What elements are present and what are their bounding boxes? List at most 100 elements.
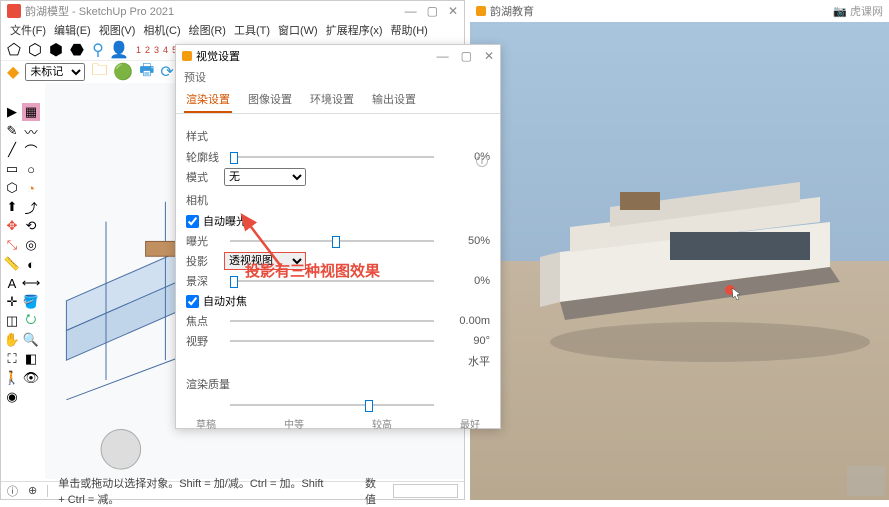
dof-value: 0%	[440, 275, 490, 287]
select-tool-icon[interactable]: ▶	[3, 103, 21, 121]
zoom-tool-icon[interactable]: 🔍	[22, 331, 40, 349]
top-view-icon[interactable]: ⬡	[26, 41, 44, 59]
render-title: 韵湖教育	[490, 3, 534, 19]
tab-environment-settings[interactable]: 环境设置	[308, 87, 356, 113]
push-tool-icon[interactable]: ⬆	[3, 198, 21, 216]
menu-edit[interactable]: 编辑(E)	[51, 22, 94, 38]
measurement-input[interactable]	[393, 484, 458, 498]
tag-icon[interactable]: ◆	[7, 62, 19, 82]
titlebar: 韵湖模型 - SketchUp Pro 2021 — ▢ ✕	[1, 1, 464, 21]
freehand-tool-icon[interactable]: 〰	[22, 122, 40, 140]
menu-draw[interactable]: 绘图(R)	[186, 22, 229, 38]
projection-dropdown[interactable]: 透视视图	[224, 252, 306, 270]
menu-camera[interactable]: 相机(C)	[140, 22, 183, 38]
front-view-icon[interactable]: ⬢	[47, 41, 65, 59]
position-tool-icon[interactable]: ◉	[3, 388, 21, 406]
dialog-close-button[interactable]: ✕	[484, 49, 494, 63]
autoexposure-checkbox[interactable]	[186, 215, 199, 228]
rect-tool-icon[interactable]: ▭	[3, 160, 21, 178]
mode-dropdown[interactable]: 无	[224, 168, 306, 186]
user-icon[interactable]: 👤	[110, 41, 128, 59]
walk-tool-icon[interactable]: 🚶	[3, 369, 21, 387]
focus-value: 0.00m	[440, 315, 490, 327]
exposure-value: 50%	[440, 235, 490, 247]
text-tool-icon[interactable]: A	[3, 274, 21, 292]
quality-slider[interactable]	[230, 398, 434, 412]
dialog-app-icon	[182, 51, 192, 61]
menu-window[interactable]: 窗口(W)	[275, 22, 321, 38]
info-icon[interactable]: i	[476, 155, 488, 167]
quality-marks: 草稿 中等 较高 最好	[186, 416, 490, 431]
tape-tool-icon[interactable]: 📏	[3, 255, 21, 273]
tool-c-icon[interactable]: 🖶	[139, 59, 154, 86]
geo-icon[interactable]: ⚲	[89, 41, 107, 59]
autofocus-checkbox[interactable]	[186, 295, 199, 308]
menu-view[interactable]: 视图(V)	[96, 22, 139, 38]
section-tool-icon[interactable]: ◧	[22, 350, 40, 368]
render-window: 韵湖教育 📷 虎课网	[470, 0, 889, 500]
paint-tool-icon[interactable]: 🪣	[22, 293, 40, 311]
square-tool-icon[interactable]: ▦	[22, 103, 40, 121]
dialog-title: 视觉设置	[196, 48, 240, 64]
rotate-tool-icon[interactable]: ⟲	[22, 217, 40, 235]
tab-image-settings[interactable]: 图像设置	[246, 87, 294, 113]
offset-tool-icon[interactable]: ◎	[22, 236, 40, 254]
dialog-minimize-button[interactable]: —	[437, 49, 449, 63]
circle-tool-icon[interactable]: ○	[22, 160, 40, 178]
render-viewport[interactable]	[470, 22, 889, 500]
tag-dropdown[interactable]: 未标记	[25, 63, 85, 81]
close-button[interactable]: ✕	[448, 4, 458, 18]
dialog-maximize-button[interactable]: ▢	[461, 49, 472, 63]
dialog-tabs: 渲染设置 图像设置 环境设置 输出设置	[176, 87, 500, 114]
move-tool-icon[interactable]: ✥	[3, 217, 21, 235]
render-titlebar: 韵湖教育 📷 虎课网	[470, 0, 889, 22]
minimize-button[interactable]: —	[405, 4, 417, 18]
tab-output-settings[interactable]: 输出设置	[370, 87, 418, 113]
look-tool-icon[interactable]: 👁	[22, 369, 40, 387]
visual-settings-dialog: 视觉设置 — ▢ ✕ 预设 渲染设置 图像设置 环境设置 输出设置 样式 轮廓线…	[175, 44, 501, 429]
tool-a-icon[interactable]: 🗀	[91, 59, 107, 86]
menu-help[interactable]: 帮助(H)	[388, 22, 431, 38]
fov-label: 视野	[186, 333, 224, 349]
scale-tool-icon[interactable]: ⤡	[3, 236, 21, 254]
polygon-tool-icon[interactable]: ⬡	[3, 179, 21, 197]
axes-tool-icon[interactable]: ✛	[3, 293, 21, 311]
pie-tool-icon[interactable]: ◔	[22, 179, 40, 197]
autoexposure-label: 自动曝光	[203, 213, 247, 229]
fov-slider[interactable]	[230, 334, 434, 348]
maximize-button[interactable]: ▢	[427, 4, 438, 18]
fov-value: 90°	[440, 335, 490, 347]
iso-view-icon[interactable]: ⬠	[5, 41, 23, 59]
preset-label: 预设	[176, 67, 500, 87]
status-icon-2[interactable]: ⊕	[28, 484, 37, 497]
tab-render-settings[interactable]: 渲染设置	[184, 87, 232, 113]
orbit-tool-icon[interactable]: ⭮	[22, 312, 40, 330]
side-view-icon[interactable]: ⬣	[68, 41, 86, 59]
pan-tool-icon[interactable]: ✋	[3, 331, 21, 349]
outline-slider[interactable]	[230, 150, 434, 164]
line-tool-icon[interactable]: ╱	[3, 141, 21, 159]
follow-tool-icon[interactable]: ⤴	[22, 198, 40, 216]
menubar: 文件(F) 编辑(E) 视图(V) 相机(C) 绘图(R) 工具(T) 窗口(W…	[1, 21, 464, 39]
status-icon-1[interactable]: ⓘ	[7, 483, 18, 499]
dim-tool-icon[interactable]: ⟷	[22, 274, 40, 292]
dof-slider[interactable]	[230, 274, 434, 288]
tool-b-icon[interactable]: 🟢	[113, 62, 133, 82]
pencil-tool-icon[interactable]: ✎	[3, 122, 21, 140]
exposure-label: 曝光	[186, 233, 224, 249]
menu-tools[interactable]: 工具(T)	[231, 22, 273, 38]
window-title: 韵湖模型 - SketchUp Pro 2021	[25, 3, 174, 19]
protractor-tool-icon[interactable]: ◐	[22, 255, 40, 273]
tool-d-icon[interactable]: ⟳	[160, 62, 173, 82]
focus-slider[interactable]	[230, 314, 434, 328]
section-quality: 渲染质量	[186, 376, 490, 392]
eraser-tool-icon[interactable]: ◫	[3, 312, 21, 330]
render-app-icon	[476, 6, 486, 16]
section-style: 样式	[186, 128, 490, 144]
zoom-extents-icon[interactable]: ⛶	[3, 350, 21, 368]
menu-extensions[interactable]: 扩展程序(x)	[323, 22, 386, 38]
arc-tool-icon[interactable]: ⌒	[22, 141, 40, 159]
menu-file[interactable]: 文件(F)	[7, 22, 49, 38]
exposure-slider[interactable]	[230, 234, 434, 248]
status-bar: ⓘ ⊕ 单击或拖动以选择对象。Shift = 加/减。Ctrl = 加。Shif…	[1, 481, 464, 499]
